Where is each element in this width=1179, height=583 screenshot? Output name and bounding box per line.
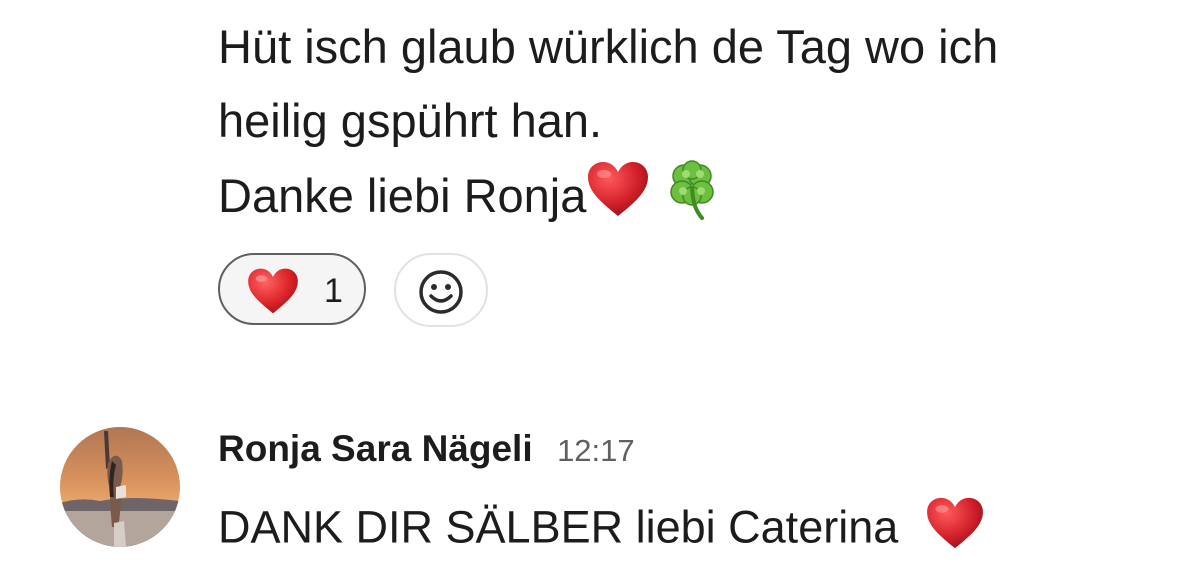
- message-line-2: heilig gspührt han.: [218, 94, 603, 147]
- message-line-3-text: Danke liebi Ronja: [218, 168, 587, 222]
- message-line-1: Hüt isch glaub würklich de Tag wo ich: [218, 20, 999, 73]
- reply-body: DANK DIR SÄLBER liebi Caterina: [218, 496, 985, 565]
- red-heart-icon: [246, 267, 300, 320]
- red-heart-emoji: [925, 496, 985, 565]
- reaction-count: 1: [324, 272, 343, 310]
- author-name[interactable]: Ronja Sara Nägeli: [218, 428, 533, 469]
- message-line-3: Danke liebi Ronja: [218, 158, 1158, 241]
- reply-text: DANK DIR SÄLBER liebi Caterina: [218, 501, 899, 553]
- avatar[interactable]: [60, 427, 180, 547]
- smiley-add-icon: [419, 270, 463, 314]
- message-body: Hüt isch glaub würklich de Tag wo ich he…: [218, 10, 1158, 241]
- add-reaction-button[interactable]: [394, 253, 488, 327]
- red-heart-emoji: [586, 160, 650, 239]
- four-leaf-clover-emoji: [662, 158, 722, 241]
- message-timestamp[interactable]: 12:17: [557, 433, 635, 468]
- reply-header: Ronja Sara Nägeli 12:17: [218, 428, 635, 470]
- heart-reaction-button[interactable]: 1: [218, 253, 366, 325]
